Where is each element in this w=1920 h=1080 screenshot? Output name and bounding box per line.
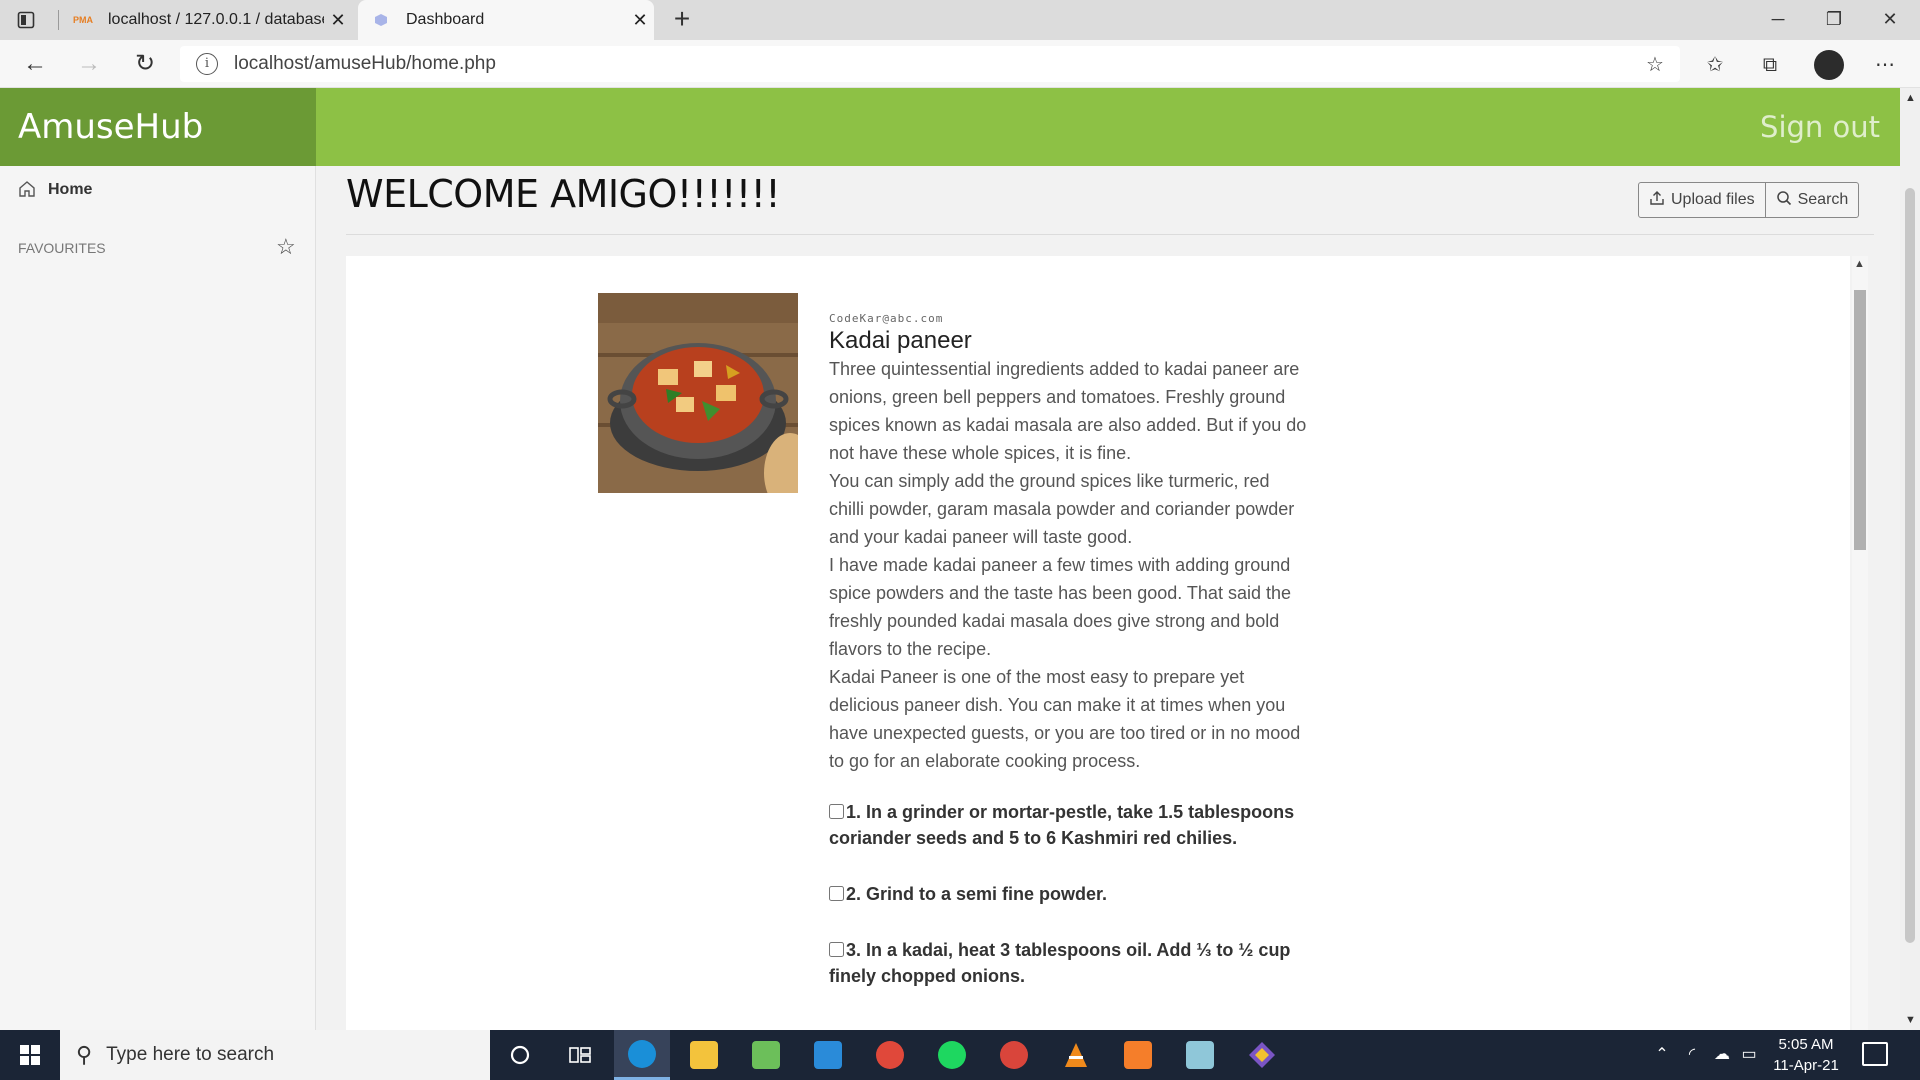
- upload-files-button[interactable]: Upload files: [1639, 183, 1765, 217]
- windows-taskbar: ⚲ Type here to search ⌃ ◜ ☁ ▭ 5:05 AM 11…: [0, 1030, 1920, 1080]
- post-paragraph: Three quintessential ingredients added t…: [829, 359, 1307, 463]
- step-checkbox[interactable]: [829, 804, 844, 819]
- page-scrollbar[interactable]: ▲ ▼: [1900, 88, 1920, 1030]
- search-button[interactable]: Search: [1764, 183, 1859, 217]
- post-title: Kadai paneer: [829, 327, 972, 354]
- step-text: 3. In a kadai, heat 3 tablespoons oil. A…: [829, 940, 1291, 986]
- notification-center-icon[interactable]: [1862, 1042, 1888, 1066]
- app-header: AmuseHub Sign out: [0, 88, 1900, 166]
- tab-dashboard[interactable]: Dashboard ✕: [358, 0, 654, 40]
- tab-actions-icon[interactable]: [14, 8, 38, 32]
- main-area: WELCOME AMIGO!!!!!!! Upload files Search: [316, 166, 1900, 1030]
- restore-button[interactable]: ❐: [1806, 0, 1862, 40]
- clock-date: 11-Apr-21: [1773, 1057, 1839, 1074]
- tab-phpmyadmin[interactable]: PMA localhost / 127.0.0.1 / database / ✕: [60, 0, 352, 40]
- recipe-image[interactable]: [598, 293, 798, 493]
- home-icon: [18, 180, 38, 200]
- chrome-profile-icon[interactable]: [986, 1030, 1042, 1080]
- search-icon: [1776, 190, 1792, 211]
- tab-title: localhost / 127.0.0.1 / database /: [108, 11, 324, 28]
- step-text: 2. Grind to a semi fine powder.: [846, 884, 1108, 904]
- profile-avatar[interactable]: [1814, 50, 1844, 80]
- scrollbar-thumb[interactable]: [1905, 188, 1915, 943]
- url-field[interactable]: i localhost/amuseHub/home.php: [180, 46, 1680, 82]
- search-label: Search: [1797, 191, 1849, 208]
- post-author: CodeKar@abc.com: [829, 312, 944, 325]
- xampp-icon[interactable]: [1110, 1030, 1166, 1080]
- step-checkbox[interactable]: [829, 942, 844, 957]
- search-placeholder: Type here to search: [106, 1044, 275, 1065]
- tab-title: Dashboard: [406, 11, 485, 28]
- task-view-icon[interactable]: [552, 1030, 608, 1080]
- notepad-icon[interactable]: [738, 1030, 794, 1080]
- sidebar-item-label: Home: [48, 181, 93, 198]
- brand-logo[interactable]: AmuseHub: [0, 88, 316, 166]
- upload-files-label: Upload files: [1671, 191, 1755, 208]
- page-title: WELCOME AMIGO!!!!!!!: [346, 172, 781, 216]
- scroll-up-icon[interactable]: ▲: [1854, 258, 1865, 270]
- divider: [346, 234, 1874, 235]
- collections-icon[interactable]: ⧉: [1755, 50, 1785, 80]
- show-hidden-icons[interactable]: ⌃: [1648, 1030, 1676, 1080]
- site-info-icon[interactable]: i: [196, 53, 218, 75]
- scroll-up-icon[interactable]: ▲: [1905, 92, 1916, 104]
- add-favorite-icon[interactable]: ☆: [1640, 50, 1670, 80]
- back-icon[interactable]: ←: [18, 48, 52, 80]
- sign-out-link[interactable]: Sign out: [1760, 88, 1880, 166]
- recipe-step: 3. In a kadai, heat 3 tablespoons oil. A…: [829, 937, 1309, 989]
- post-panel: CodeKar@abc.com Kadai paneer Three quint…: [346, 256, 1850, 1030]
- network-icon[interactable]: ◜: [1678, 1030, 1706, 1080]
- sidebar: Home FAVOURITES ☆: [0, 166, 316, 1030]
- notes-app-icon[interactable]: [1172, 1030, 1228, 1080]
- onedrive-icon[interactable]: ☁: [1708, 1030, 1736, 1080]
- edge-browser-icon[interactable]: [614, 1030, 670, 1080]
- dashboard-icon: [370, 11, 392, 29]
- step-checkbox[interactable]: [829, 886, 844, 901]
- close-tab-icon[interactable]: ✕: [626, 10, 654, 31]
- tab-separator: [58, 10, 59, 30]
- spotify-icon[interactable]: [924, 1030, 980, 1080]
- close-tab-icon[interactable]: ✕: [324, 10, 352, 31]
- chrome-icon[interactable]: [862, 1030, 918, 1080]
- post-paragraph: You can simply add the ground spices lik…: [829, 471, 1295, 547]
- post-body: CodeKar@abc.com Kadai paneer Three quint…: [829, 312, 1309, 989]
- file-explorer-icon[interactable]: [676, 1030, 732, 1080]
- favourites-heading: FAVOURITES: [18, 240, 106, 256]
- post-paragraph: Kadai Paneer is one of the most easy to …: [829, 667, 1301, 771]
- toolbar-button-group: Upload files Search: [1638, 182, 1860, 218]
- new-tab-button[interactable]: +: [666, 4, 698, 36]
- system-clock[interactable]: 5:05 AM 11-Apr-21: [1756, 1034, 1856, 1076]
- post-scrollbar[interactable]: ▲: [1852, 256, 1868, 1030]
- windows-start-icon[interactable]: [0, 1030, 60, 1080]
- phpmyadmin-icon: PMA: [73, 15, 93, 25]
- vscode-icon[interactable]: [800, 1030, 856, 1080]
- minimize-button[interactable]: ─: [1750, 0, 1806, 40]
- search-icon: ⚲: [76, 1042, 93, 1067]
- sidebar-item-home[interactable]: Home: [18, 180, 92, 200]
- close-window-button[interactable]: ✕: [1862, 0, 1918, 40]
- cortana-icon[interactable]: [492, 1030, 548, 1080]
- favorites-icon[interactable]: ✩: [1700, 50, 1730, 80]
- forward-icon[interactable]: →: [72, 48, 106, 80]
- clock-time: 5:05 AM: [1778, 1036, 1834, 1053]
- taskbar-search-field[interactable]: ⚲ Type here to search: [60, 1030, 490, 1080]
- recipe-step: 2. Grind to a semi fine powder.: [829, 881, 1309, 907]
- git-gui-icon[interactable]: [1234, 1030, 1290, 1080]
- scrollbar-thumb[interactable]: [1854, 290, 1866, 550]
- address-bar-area: ← → ↻ i localhost/amuseHub/home.php ☆ ✩ …: [0, 40, 1920, 88]
- upload-icon: [1649, 190, 1665, 211]
- post-paragraph: I have made kadai paneer a few times wit…: [829, 555, 1291, 659]
- star-icon[interactable]: ☆: [276, 234, 296, 260]
- url-text: localhost/amuseHub/home.php: [234, 53, 496, 74]
- step-text: 1. In a grinder or mortar-pestle, take 1…: [829, 802, 1295, 848]
- vlc-icon[interactable]: [1048, 1030, 1104, 1080]
- recipe-steps: 1. In a grinder or mortar-pestle, take 1…: [829, 799, 1309, 989]
- more-menu-icon[interactable]: ⋯: [1870, 50, 1900, 80]
- recipe-step: 1. In a grinder or mortar-pestle, take 1…: [829, 799, 1309, 851]
- browser-tab-strip: PMA localhost / 127.0.0.1 / database / ✕…: [0, 0, 1920, 40]
- scroll-down-icon[interactable]: ▼: [1905, 1014, 1916, 1026]
- refresh-icon[interactable]: ↻: [128, 48, 162, 80]
